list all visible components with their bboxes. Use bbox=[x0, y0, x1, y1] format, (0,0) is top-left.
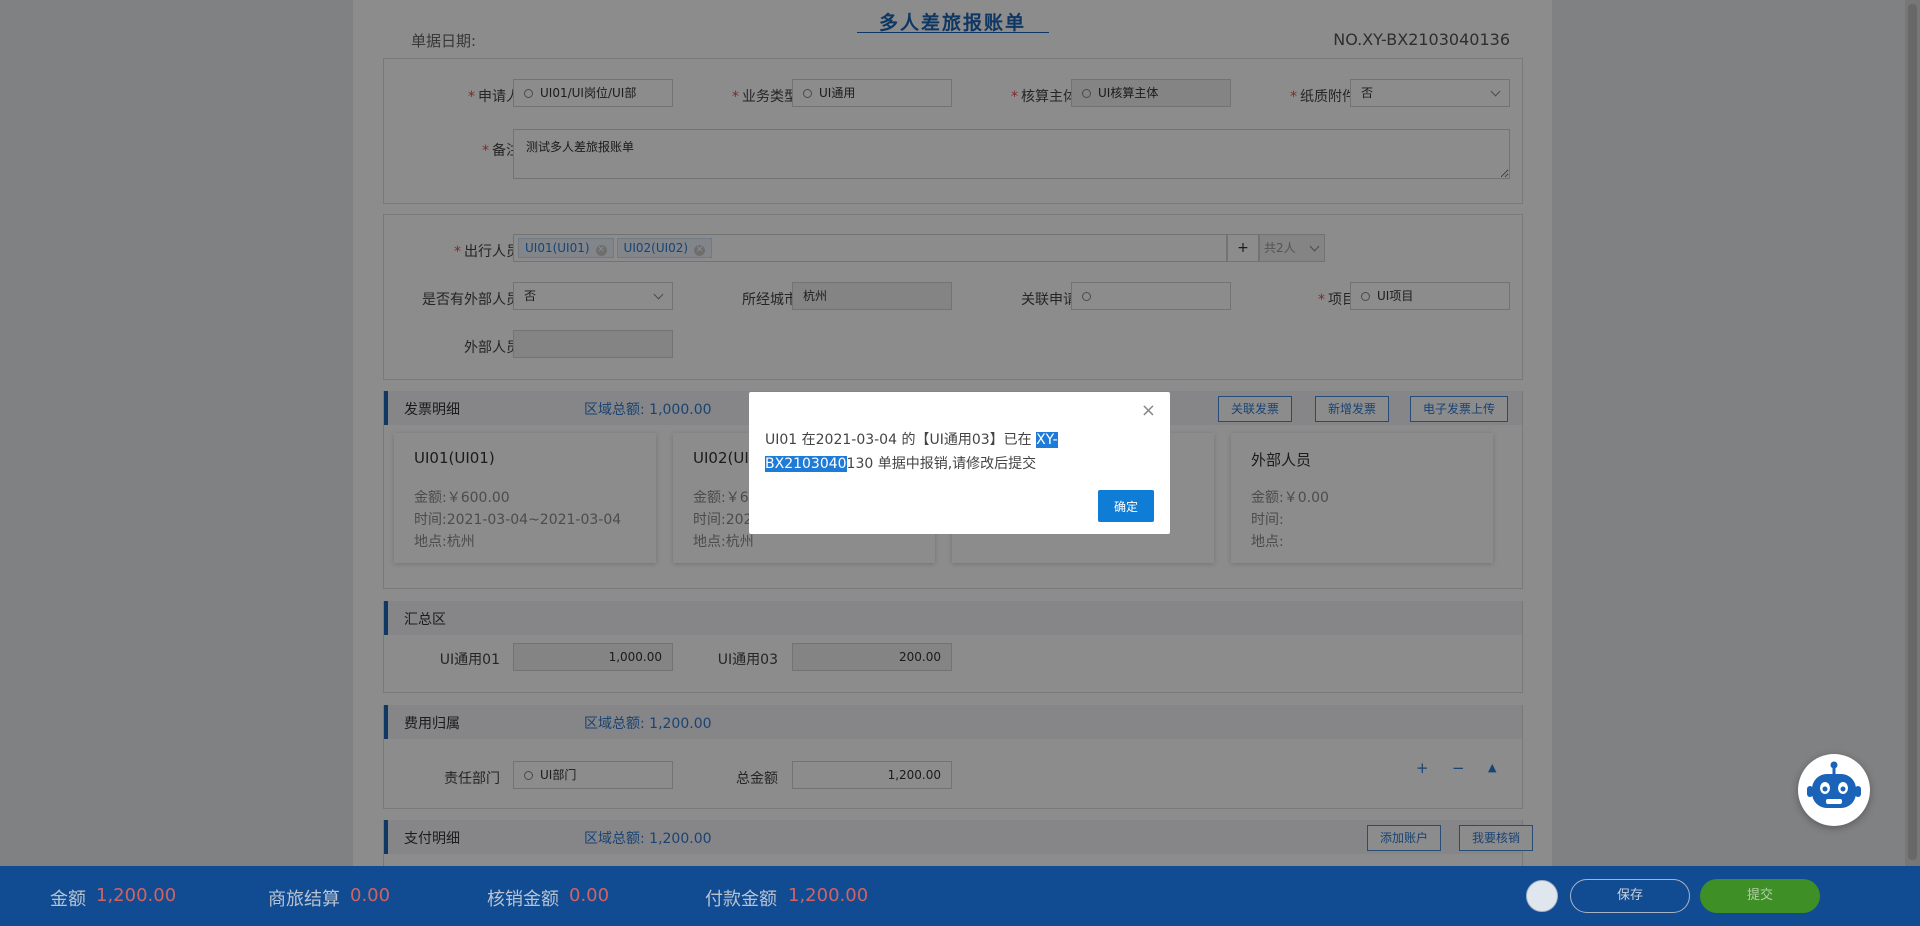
dialog-message: UI01 在2021-03-04 的【UI通用03】已在 XY-BX210304… bbox=[765, 432, 1058, 472]
alert-dialog: × UI01 在2021-03-04 的【UI通用03】已在 XY-BX2103… bbox=[749, 392, 1170, 534]
confirm-button[interactable]: 确定 bbox=[1098, 490, 1154, 522]
writeoff-value: 0.00 bbox=[569, 885, 610, 906]
pay-value: 1,200.00 bbox=[788, 885, 869, 906]
close-icon[interactable]: × bbox=[1141, 400, 1156, 421]
amount-label: 金额 bbox=[50, 889, 86, 910]
amount-value: 1,200.00 bbox=[96, 885, 177, 906]
page-stage: 多人差旅报账单 单据日期: NO.XY-BX2103040136 * 申请人 UI… bbox=[0, 0, 1920, 866]
save-button[interactable]: 保存 bbox=[1570, 879, 1690, 913]
pay-label: 付款金额 bbox=[705, 889, 777, 910]
biz-settle-value: 0.00 bbox=[350, 885, 391, 906]
submit-button[interactable]: 提交 bbox=[1700, 879, 1820, 913]
writeoff-label: 核销金额 bbox=[487, 889, 559, 910]
search-icon[interactable] bbox=[1526, 880, 1558, 912]
biz-settle-label: 商旅结算 bbox=[268, 889, 340, 910]
assistant-robot-icon[interactable] bbox=[1798, 754, 1870, 826]
